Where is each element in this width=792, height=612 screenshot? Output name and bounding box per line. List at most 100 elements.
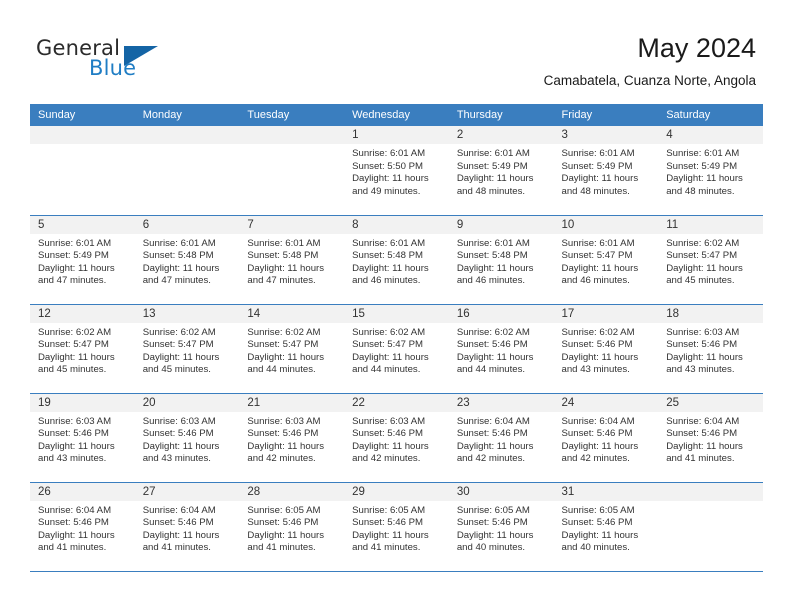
sunrise-text: Sunrise: 6:03 AM	[247, 415, 321, 427]
sunrise-text: Sunrise: 6:03 AM	[666, 326, 740, 338]
sunrise-text: Sunrise: 6:05 AM	[352, 504, 426, 516]
calendar-day-cell[interactable]: 29 Sunrise: 6:05 AM Sunset: 5:46 PM Dayligh…	[344, 481, 449, 572]
day-number: 13	[134, 304, 240, 323]
sunset-text: Sunset: 5:47 PM	[142, 339, 214, 351]
calendar-day-cell[interactable]: 25 Sunrise: 6:04 AM Sunset: 5:46 PM Dayligh…	[658, 392, 763, 482]
day-details: Sunrise: 6:01 AM Sunset: 5:48 PM Daylight:…	[449, 234, 554, 288]
sunset-text: Sunset: 5:46 PM	[561, 339, 633, 351]
calendar-day-cell[interactable]: 23 Sunrise: 6:04 AM Sunset: 5:46 PM Dayligh…	[448, 392, 554, 482]
daylight-text-line1: Daylight: 11 hours	[247, 351, 325, 363]
daylight-text-line2: and 40 minutes.	[456, 542, 526, 554]
daylight-text-line1: Daylight: 11 hours	[666, 351, 743, 363]
day-details: Sunrise: 6:03 AM Sunset: 5:46 PM Daylight:…	[239, 412, 344, 466]
day-number: 8	[344, 215, 449, 234]
calendar-day-cell[interactable]: 12 Sunrise: 6:02 AM Sunset: 5:47 PM Dayligh…	[30, 303, 135, 393]
day-details: Sunrise: 6:04 AM Sunset: 5:46 PM Daylight:…	[135, 501, 240, 555]
weekday-header-wednesday: Wednesday	[344, 104, 449, 126]
sunrise-text: Sunrise: 6:01 AM	[561, 148, 635, 159]
calendar-day-cell[interactable]: 11 Sunrise: 6:02 AM Sunset: 5:47 PM Dayligh…	[658, 214, 763, 304]
weekday-header-tuesday: Tuesday	[239, 104, 345, 126]
day-number: 22	[344, 393, 449, 412]
daylight-text-line1: Daylight: 11 hours	[38, 351, 115, 363]
calendar-day-cell-empty	[239, 126, 345, 215]
calendar-day-cell[interactable]: 22 Sunrise: 6:03 AM Sunset: 5:46 PM Dayligh…	[344, 392, 449, 482]
sunrise-text: Sunrise: 6:04 AM	[561, 415, 635, 427]
daylight-text-line1: Daylight: 11 hours	[456, 440, 534, 452]
logo-text-blue: Blue	[89, 56, 137, 80]
page-subtitle: Camabatela, Cuanza Norte, Angola	[543, 73, 756, 88]
day-number: 29	[344, 482, 449, 501]
daylight-text-line2: and 45 minutes.	[142, 364, 211, 376]
calendar-day-cell[interactable]: 28 Sunrise: 6:05 AM Sunset: 5:46 PM Dayligh…	[239, 481, 345, 572]
calendar-day-cell[interactable]: 4 Sunrise: 6:01 AM Sunset: 5:49 PM Daylight…	[658, 126, 763, 215]
daylight-text-line2: and 42 minutes.	[456, 453, 526, 465]
calendar-day-cell[interactable]: 5 Sunrise: 6:01 AM Sunset: 5:49 PM Daylight…	[30, 214, 135, 304]
calendar-day-cell[interactable]: 7 Sunrise: 6:01 AM Sunset: 5:48 PM Daylight…	[239, 214, 345, 304]
day-details: Sunrise: 6:01 AM Sunset: 5:49 PM Daylight:…	[449, 144, 554, 198]
calendar-day-cell[interactable]: 24 Sunrise: 6:04 AM Sunset: 5:46 PM Dayligh…	[553, 392, 659, 482]
day-details: Sunrise: 6:01 AM Sunset: 5:47 PM Daylight:…	[554, 234, 659, 288]
calendar-day-cell[interactable]: 21 Sunrise: 6:03 AM Sunset: 5:46 PM Dayligh…	[239, 392, 345, 482]
daylight-text-line2: and 44 minutes.	[247, 364, 316, 376]
day-details: Sunrise: 6:03 AM Sunset: 5:46 PM Daylight:…	[658, 323, 763, 377]
sunrise-text: Sunrise: 6:02 AM	[561, 326, 635, 338]
day-details: Sunrise: 6:05 AM Sunset: 5:46 PM Daylight:…	[554, 501, 659, 555]
calendar-day-cell-empty	[658, 481, 763, 572]
daylight-text-line2: and 42 minutes.	[352, 453, 421, 465]
sunrise-text: Sunrise: 6:03 AM	[142, 415, 216, 427]
calendar-day-cell[interactable]: 16 Sunrise: 6:02 AM Sunset: 5:46 PM Dayligh…	[448, 303, 554, 393]
daylight-text-line1: Daylight: 11 hours	[666, 262, 743, 274]
sunrise-text: Sunrise: 6:01 AM	[456, 237, 530, 249]
calendar-table: Sunday Monday Tuesday Wednesday Thursday…	[30, 104, 763, 572]
calendar-grid: Sunday Monday Tuesday Wednesday Thursday…	[30, 104, 763, 572]
day-details: Sunrise: 6:04 AM Sunset: 5:46 PM Daylight:…	[658, 412, 763, 466]
day-number: 21	[239, 393, 345, 412]
calendar-day-cell[interactable]: 15 Sunrise: 6:02 AM Sunset: 5:47 PM Dayligh…	[344, 303, 449, 393]
sunrise-text: Sunrise: 6:02 AM	[352, 326, 426, 338]
daylight-text-line1: Daylight: 11 hours	[561, 173, 639, 185]
calendar-day-cell[interactable]: 31 Sunrise: 6:05 AM Sunset: 5:46 PM Dayligh…	[553, 481, 659, 572]
calendar-day-cell[interactable]: 3 Sunrise: 6:01 AM Sunset: 5:49 PM Daylight…	[553, 126, 659, 215]
calendar-day-cell[interactable]: 27 Sunrise: 6:04 AM Sunset: 5:46 PM Dayligh…	[134, 481, 240, 572]
calendar-week-row: 5 Sunrise: 6:01 AM Sunset: 5:49 PM Daylight…	[30, 214, 763, 304]
calendar-day-cell[interactable]: 20 Sunrise: 6:03 AM Sunset: 5:46 PM Dayligh…	[134, 392, 240, 482]
daylight-text-line1: Daylight: 11 hours	[38, 529, 115, 541]
sunset-text: Sunset: 5:46 PM	[352, 517, 424, 529]
calendar-day-cell[interactable]: 2 Sunrise: 6:01 AM Sunset: 5:49 PM Daylight…	[448, 126, 554, 215]
calendar-day-cell[interactable]: 9 Sunrise: 6:01 AM Sunset: 5:48 PM Daylight…	[448, 214, 554, 304]
day-details: Sunrise: 6:02 AM Sunset: 5:47 PM Daylight:…	[658, 234, 763, 288]
calendar-day-cell[interactable]: 8 Sunrise: 6:01 AM Sunset: 5:48 PM Daylight…	[344, 214, 449, 304]
title-block: May 2024 Camabatela, Cuanza Norte, Angol…	[544, 32, 756, 90]
daylight-text-line1: Daylight: 11 hours	[352, 440, 429, 452]
calendar-day-cell-empty	[134, 126, 240, 215]
calendar-day-cell[interactable]: 17 Sunrise: 6:02 AM Sunset: 5:46 PM Dayligh…	[553, 303, 659, 393]
daylight-text-line2: and 48 minutes.	[561, 185, 630, 197]
sunrise-text: Sunrise: 6:05 AM	[561, 504, 635, 516]
calendar-day-cell[interactable]: 13 Sunrise: 6:02 AM Sunset: 5:47 PM Dayligh…	[134, 303, 240, 393]
day-number: 23	[448, 393, 554, 412]
calendar-day-cell[interactable]: 10 Sunrise: 6:01 AM Sunset: 5:47 PM Dayligh…	[553, 214, 659, 304]
sunset-text: Sunset: 5:46 PM	[456, 517, 528, 529]
calendar-week-row: 26 Sunrise: 6:04 AM Sunset: 5:46 PM Dayligh…	[30, 481, 763, 572]
calendar-day-cell[interactable]: 26 Sunrise: 6:04 AM Sunset: 5:46 PM Dayligh…	[30, 481, 135, 572]
calendar-day-cell[interactable]: 1 Sunrise: 6:01 AM Sunset: 5:50 PM Daylight…	[344, 126, 449, 215]
calendar-day-cell[interactable]: 19 Sunrise: 6:03 AM Sunset: 5:46 PM Dayligh…	[30, 392, 135, 482]
daylight-text-line1: Daylight: 11 hours	[561, 262, 639, 274]
day-details: Sunrise: 6:04 AM Sunset: 5:46 PM Daylight:…	[449, 412, 554, 466]
daylight-text-line2: and 47 minutes.	[38, 275, 107, 287]
daylight-text-line2: and 49 minutes.	[352, 185, 421, 197]
day-details: Sunrise: 6:01 AM Sunset: 5:49 PM Daylight:…	[554, 144, 659, 198]
calendar-day-cell[interactable]: 6 Sunrise: 6:01 AM Sunset: 5:48 PM Daylight…	[134, 214, 240, 304]
daylight-text-line1: Daylight: 11 hours	[142, 440, 220, 452]
daylight-text-line2: and 44 minutes.	[456, 364, 526, 376]
sunrise-text: Sunrise: 6:04 AM	[666, 415, 740, 427]
calendar-day-cell[interactable]: 14 Sunrise: 6:02 AM Sunset: 5:47 PM Dayligh…	[239, 303, 345, 393]
sunset-text: Sunset: 5:46 PM	[142, 517, 214, 529]
calendar-day-cell[interactable]: 18 Sunrise: 6:03 AM Sunset: 5:46 PM Dayligh…	[658, 303, 763, 393]
calendar-day-cell[interactable]: 30 Sunrise: 6:05 AM Sunset: 5:46 PM Dayligh…	[448, 481, 554, 572]
generalblue-logo[interactable]: General Blue	[36, 36, 206, 86]
calendar-day-cell-empty	[30, 126, 135, 215]
daylight-text-line2: and 48 minutes.	[456, 185, 526, 197]
calendar-body: 1 Sunrise: 6:01 AM Sunset: 5:50 PM Daylight…	[30, 126, 763, 572]
day-details: Sunrise: 6:03 AM Sunset: 5:46 PM Daylight:…	[135, 412, 240, 466]
